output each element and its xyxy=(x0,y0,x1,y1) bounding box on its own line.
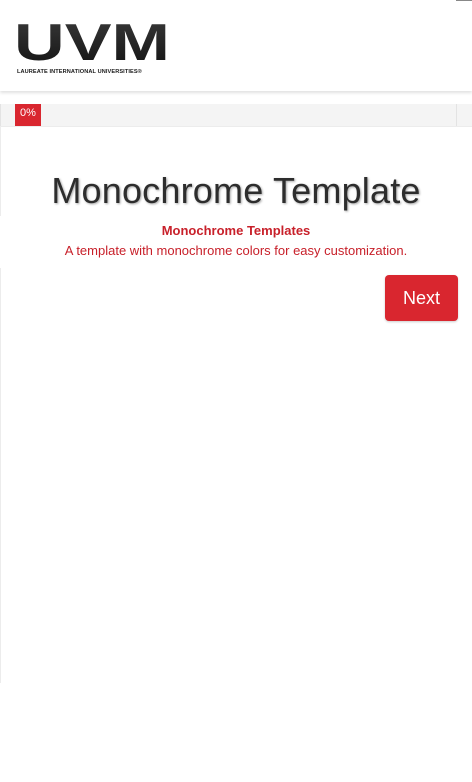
page-subtitle: Monochrome Templates xyxy=(161,223,311,238)
progress-bar xyxy=(0,104,472,127)
page-description: A template with monochrome colors for ea… xyxy=(64,243,408,258)
next-button[interactable]: Next xyxy=(385,275,458,321)
progress-edge-left xyxy=(0,104,1,126)
page-title: Monochrome Template xyxy=(51,170,421,211)
menu-edge xyxy=(456,0,472,1)
progress-label: 0% xyxy=(15,104,41,126)
svg-text:UVM: UVM xyxy=(16,18,170,68)
progress-edge-right xyxy=(456,104,457,126)
uvm-logo[interactable]: UVM LAUREATE INTERNATIONAL UNIVERSITIES® xyxy=(16,18,170,80)
uvm-logo-mark: UVM xyxy=(16,18,170,68)
site-header: UVM LAUREATE INTERNATIONAL UNIVERSITIES® xyxy=(0,0,472,91)
divider xyxy=(0,268,1,683)
logo-tagline: LAUREATE INTERNATIONAL UNIVERSITIES® xyxy=(17,69,142,75)
